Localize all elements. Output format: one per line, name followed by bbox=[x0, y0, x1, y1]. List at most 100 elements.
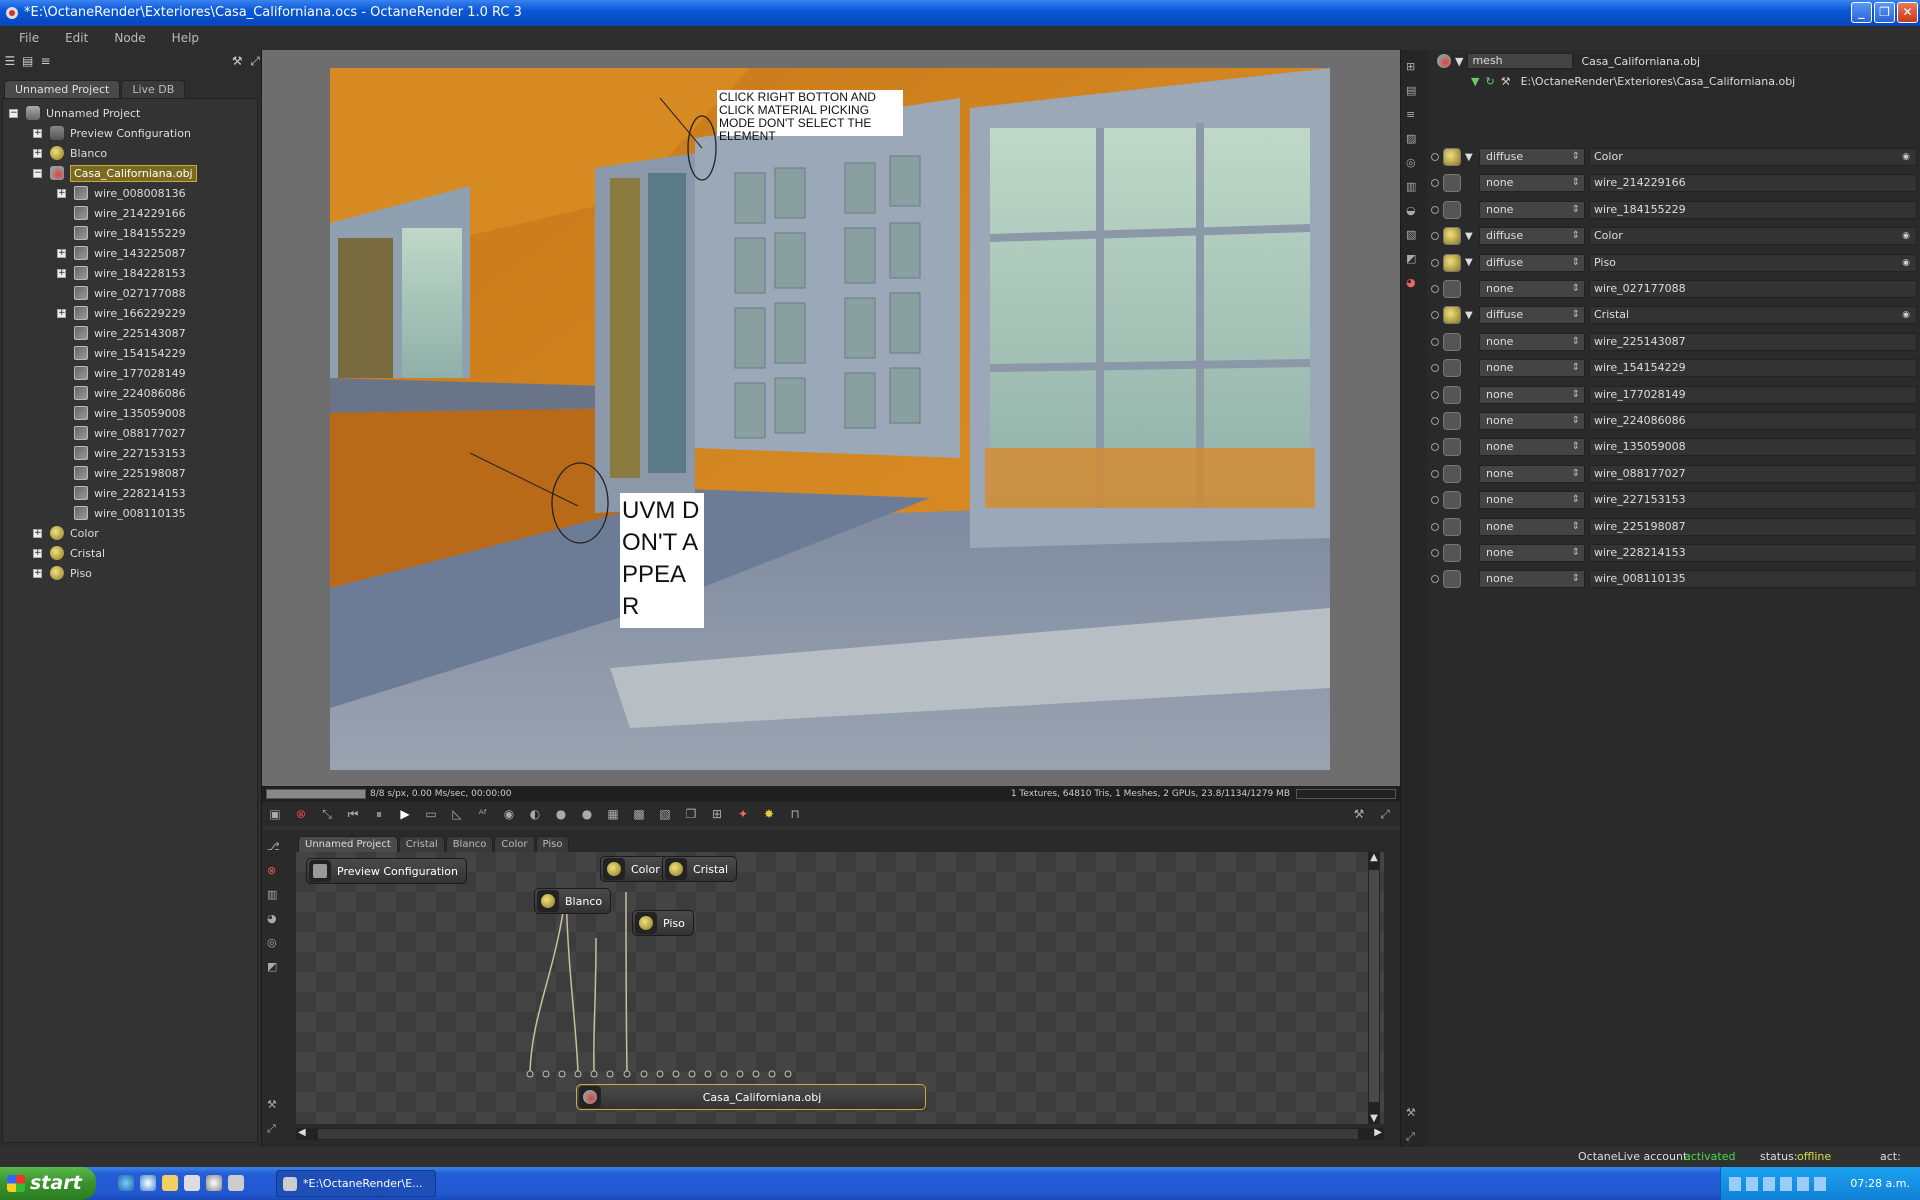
tree-item[interactable]: wire_027177088 bbox=[57, 283, 186, 303]
tree-item[interactable]: + Color bbox=[33, 523, 99, 543]
menu-help[interactable]: Help bbox=[159, 31, 212, 45]
ruler-icon[interactable]: ◺ bbox=[448, 806, 466, 822]
node-type-select[interactable]: mesh bbox=[1467, 53, 1574, 69]
pin-icon[interactable] bbox=[1431, 205, 1439, 214]
empty-slot-icon[interactable] bbox=[1443, 280, 1461, 298]
camera-icon[interactable]: ◉ bbox=[500, 806, 518, 822]
empty-slot-icon[interactable] bbox=[1443, 570, 1461, 589]
material-slot-value[interactable]: Cristal ◉ bbox=[1589, 306, 1917, 325]
pin-icon[interactable] bbox=[1431, 179, 1439, 188]
material-slot-value[interactable]: wire_008110135 bbox=[1589, 570, 1917, 589]
stop-render-icon[interactable]: ⊗ bbox=[292, 806, 310, 822]
focus-icon[interactable]: ◐ bbox=[526, 806, 544, 822]
pause-icon[interactable]: ⏸ bbox=[370, 806, 388, 822]
sphere2-icon[interactable]: ● bbox=[578, 806, 596, 822]
ie-icon[interactable] bbox=[118, 1175, 134, 1191]
empty-slot-icon[interactable] bbox=[1443, 412, 1461, 430]
wrench-icon[interactable]: ⚒ bbox=[1350, 806, 1368, 822]
close-button[interactable]: ✕ bbox=[1897, 2, 1918, 23]
fullscreen-icon[interactable]: ⤢ bbox=[1406, 1130, 1422, 1144]
taskbar-octane-window[interactable]: *E:\OctaneRender\E... bbox=[276, 1170, 436, 1197]
node-graph-canvas[interactable]: Preview Configuration Blanco Color Crist… bbox=[296, 852, 1384, 1124]
wrench-icon[interactable]: ⚒ bbox=[1406, 1106, 1422, 1120]
octane-icon[interactable] bbox=[228, 1175, 244, 1191]
node-tab-blanco[interactable]: Blanco bbox=[445, 836, 494, 852]
minimize-button[interactable]: _ bbox=[1851, 2, 1872, 23]
region-icon[interactable]: ▦ bbox=[604, 806, 622, 822]
pin-icon[interactable] bbox=[1431, 575, 1439, 584]
tree-item[interactable]: + wire_184228153 bbox=[57, 263, 186, 283]
tree-item[interactable]: + Blanco bbox=[33, 143, 107, 163]
film-icon[interactable]: ▥ bbox=[267, 888, 283, 902]
pin-icon[interactable] bbox=[1431, 469, 1439, 478]
fullscreen-icon[interactable]: ⤢ bbox=[267, 1122, 283, 1136]
pin-icon[interactable] bbox=[1431, 311, 1439, 320]
wrench-icon[interactable]: ⚒ bbox=[231, 54, 243, 68]
material-slot-value[interactable]: wire_154154229 bbox=[1589, 359, 1917, 378]
play-icon[interactable]: ▶ bbox=[396, 806, 414, 822]
reload-icon[interactable]: ↻ bbox=[1485, 75, 1494, 88]
render-settings-icon[interactable]: ⊞ bbox=[1406, 60, 1422, 74]
tree-item[interactable]: wire_214229166 bbox=[57, 203, 186, 223]
eye-icon[interactable]: ◉ bbox=[1900, 257, 1912, 269]
wrench-icon[interactable]: ⚒ bbox=[267, 1098, 283, 1112]
pin-icon[interactable] bbox=[1431, 232, 1439, 241]
eye-icon[interactable]: ◉ bbox=[1900, 151, 1912, 163]
resize-icon[interactable]: ⤡ bbox=[318, 806, 336, 822]
graph-icon[interactable]: ≡ bbox=[1406, 108, 1422, 122]
material-slot-value[interactable]: wire_224086086 bbox=[1589, 412, 1917, 430]
vertical-scrollbar[interactable]: ▲ ▼ bbox=[1368, 852, 1380, 1124]
checker2-icon[interactable]: ▧ bbox=[656, 806, 674, 822]
tree-item[interactable]: + Preview Configuration bbox=[33, 123, 191, 143]
material-slot-value[interactable]: wire_184155229 bbox=[1589, 200, 1917, 219]
render-target-icon[interactable]: ⊗ bbox=[267, 864, 283, 878]
render-image[interactable]: CLICK RIGHT BOTTON AND CLICK MATERIAL PI… bbox=[330, 68, 1330, 770]
expander-icon[interactable]: + bbox=[57, 248, 66, 258]
camera-icon[interactable]: ◎ bbox=[1406, 156, 1422, 170]
material-slot-value[interactable]: wire_225198087 bbox=[1589, 517, 1917, 536]
scroll-down-arrow[interactable]: ▼ bbox=[1368, 1113, 1380, 1124]
empty-slot-icon[interactable] bbox=[1443, 200, 1461, 219]
scroll-right-arrow[interactable]: ▶ bbox=[1374, 1127, 1382, 1138]
pin-icon[interactable] bbox=[1431, 496, 1439, 505]
material-type-select[interactable]: none bbox=[1479, 570, 1585, 589]
fullscreen-icon[interactable]: ⤢ bbox=[249, 54, 261, 68]
empty-slot-icon[interactable] bbox=[1443, 464, 1461, 483]
fullscreen-icon[interactable]: ⤢ bbox=[1376, 806, 1394, 822]
menu-node[interactable]: Node bbox=[101, 31, 158, 45]
nodes-icon[interactable]: ▤ bbox=[1406, 84, 1422, 98]
pin-icon[interactable] bbox=[1431, 153, 1439, 161]
material-type-select[interactable]: none bbox=[1479, 385, 1585, 404]
monitor-icon[interactable]: ▭ bbox=[422, 806, 440, 822]
material-type-select[interactable]: none bbox=[1479, 412, 1585, 430]
sphere-icon[interactable]: ● bbox=[552, 806, 570, 822]
tree-item[interactable]: − Unnamed Project bbox=[9, 103, 140, 123]
expander-icon[interactable]: + bbox=[57, 268, 66, 278]
star-icon[interactable]: ✸ bbox=[760, 806, 778, 822]
material-slot-value[interactable]: wire_228214153 bbox=[1589, 544, 1917, 562]
tree-item[interactable]: wire_227153153 bbox=[57, 443, 186, 463]
material-pick-icon[interactable]: ✦ bbox=[734, 806, 752, 822]
material-type-select[interactable]: none bbox=[1479, 332, 1585, 351]
material-type-select[interactable]: diffuse bbox=[1479, 253, 1585, 272]
tree-item[interactable]: wire_224086086 bbox=[57, 383, 186, 403]
empty-slot-icon[interactable] bbox=[1443, 438, 1461, 457]
save-image-icon[interactable]: ▣ bbox=[266, 806, 284, 822]
tray-icons[interactable] bbox=[1729, 1177, 1829, 1191]
node-tab-cristal[interactable]: Cristal bbox=[398, 836, 445, 852]
scroll-thumb-h[interactable] bbox=[318, 1129, 1358, 1139]
pin-icon[interactable] bbox=[1431, 417, 1439, 425]
environment-icon[interactable]: ◒ bbox=[1406, 204, 1422, 218]
expander-icon[interactable]: + bbox=[33, 148, 42, 158]
tree-item[interactable]: wire_228214153 bbox=[57, 483, 186, 503]
menu-file[interactable]: File bbox=[6, 31, 52, 45]
collapse-arrow-icon[interactable]: ▼ bbox=[1455, 55, 1463, 68]
pin-icon[interactable] bbox=[1431, 285, 1439, 293]
material-icon[interactable] bbox=[1443, 227, 1461, 246]
tree-item[interactable]: wire_184155229 bbox=[57, 223, 186, 243]
tree-item[interactable]: wire_135059008 bbox=[57, 403, 186, 423]
eye-icon[interactable]: ◉ bbox=[1900, 309, 1912, 321]
pin-icon[interactable] bbox=[1431, 522, 1439, 531]
graph-icon[interactable]: ⎇ bbox=[267, 840, 283, 854]
horizontal-scrollbar[interactable]: ◀ ▶ bbox=[296, 1127, 1384, 1140]
